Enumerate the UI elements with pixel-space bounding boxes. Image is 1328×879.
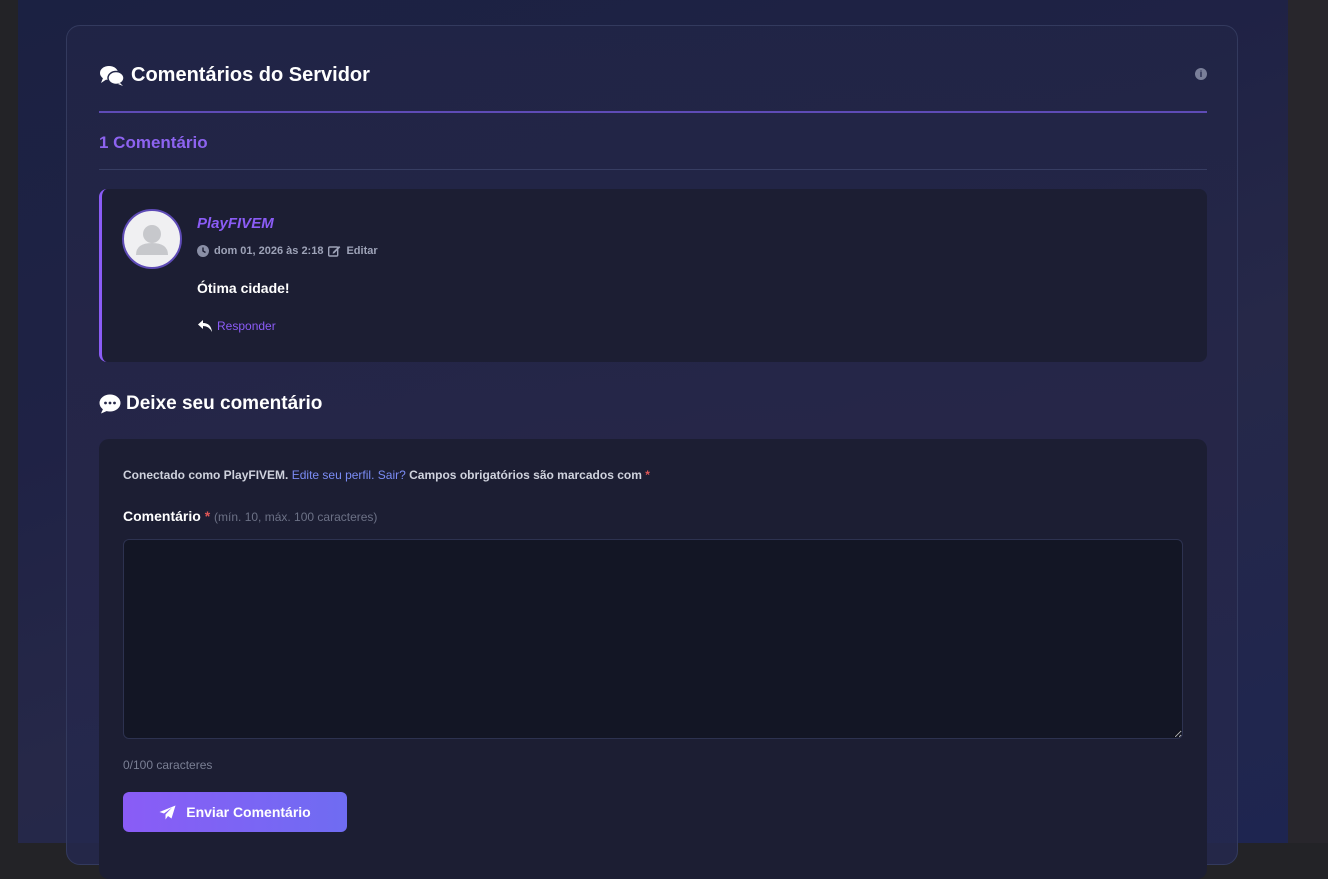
comments-title-text: Comentários do Servidor (131, 64, 370, 86)
reply-button[interactable]: Responder (197, 319, 276, 333)
clock-icon (197, 245, 209, 257)
char-counter: 0/100 caracteres (123, 758, 213, 772)
comment-author[interactable]: PlayFIVEM (197, 215, 274, 232)
comments-header: Comentários do Servidor i (99, 64, 1207, 113)
logged-in-notice: Conectado como PlayFIVEM. Edite seu perf… (123, 468, 650, 482)
paper-plane-icon (159, 805, 176, 819)
leave-comment-title-text: Deixe seu comentário (126, 393, 323, 414)
comment-count: 1 Comentário (99, 133, 1207, 170)
submit-label: Enviar Comentário (186, 804, 311, 820)
comment-field-label: Comentário * (mín. 10, máx. 100 caracter… (123, 508, 377, 524)
comment-item: PlayFIVEM dom 01, 2026 às 2:18 Editar Ót… (99, 189, 1207, 362)
comment-text: Ótima cidade! (197, 280, 290, 296)
required-note: Campos obrigatórios são marcados com (409, 468, 642, 482)
edit-icon[interactable] (328, 245, 341, 257)
info-icon[interactable]: i (1195, 68, 1207, 80)
right-edge-bar (1288, 0, 1328, 843)
avatar[interactable] (122, 209, 182, 269)
comment-textarea[interactable] (123, 539, 1183, 739)
comments-title: Comentários do Servidor (99, 64, 370, 87)
comments-panel: Comentários do Servidor i 1 Comentário P… (66, 25, 1238, 879)
logout-link[interactable]: Sair? (378, 468, 406, 482)
comments-icon (100, 65, 125, 86)
logged-in-prefix: Conectado como PlayFIVEM. (123, 468, 289, 482)
reply-icon (198, 320, 212, 332)
page-background: Comentários do Servidor i 1 Comentário P… (18, 0, 1288, 879)
comment-count-label: 1 Comentário (99, 133, 208, 152)
comment-date: dom 01, 2026 às 2:18 (214, 245, 324, 257)
user-placeholder-icon (136, 225, 168, 255)
comment-field-hint: (mín. 10, máx. 100 caracteres) (214, 510, 378, 524)
reply-label: Responder (217, 319, 276, 333)
leave-comment-title: Deixe seu comentário (99, 393, 322, 415)
comment-field-label-text: Comentário (123, 508, 201, 524)
comment-form: Conectado como PlayFIVEM. Edite seu perf… (99, 439, 1207, 879)
comment-field-required: * (204, 508, 211, 524)
required-mark: * (645, 468, 650, 482)
submit-comment-button[interactable]: Enviar Comentário (123, 792, 347, 832)
edit-link[interactable]: Editar (346, 245, 377, 257)
edit-profile-link[interactable]: Edite seu perfil. (292, 468, 375, 482)
comment-icon (99, 394, 121, 414)
comment-meta: dom 01, 2026 às 2:18 Editar (197, 245, 378, 257)
